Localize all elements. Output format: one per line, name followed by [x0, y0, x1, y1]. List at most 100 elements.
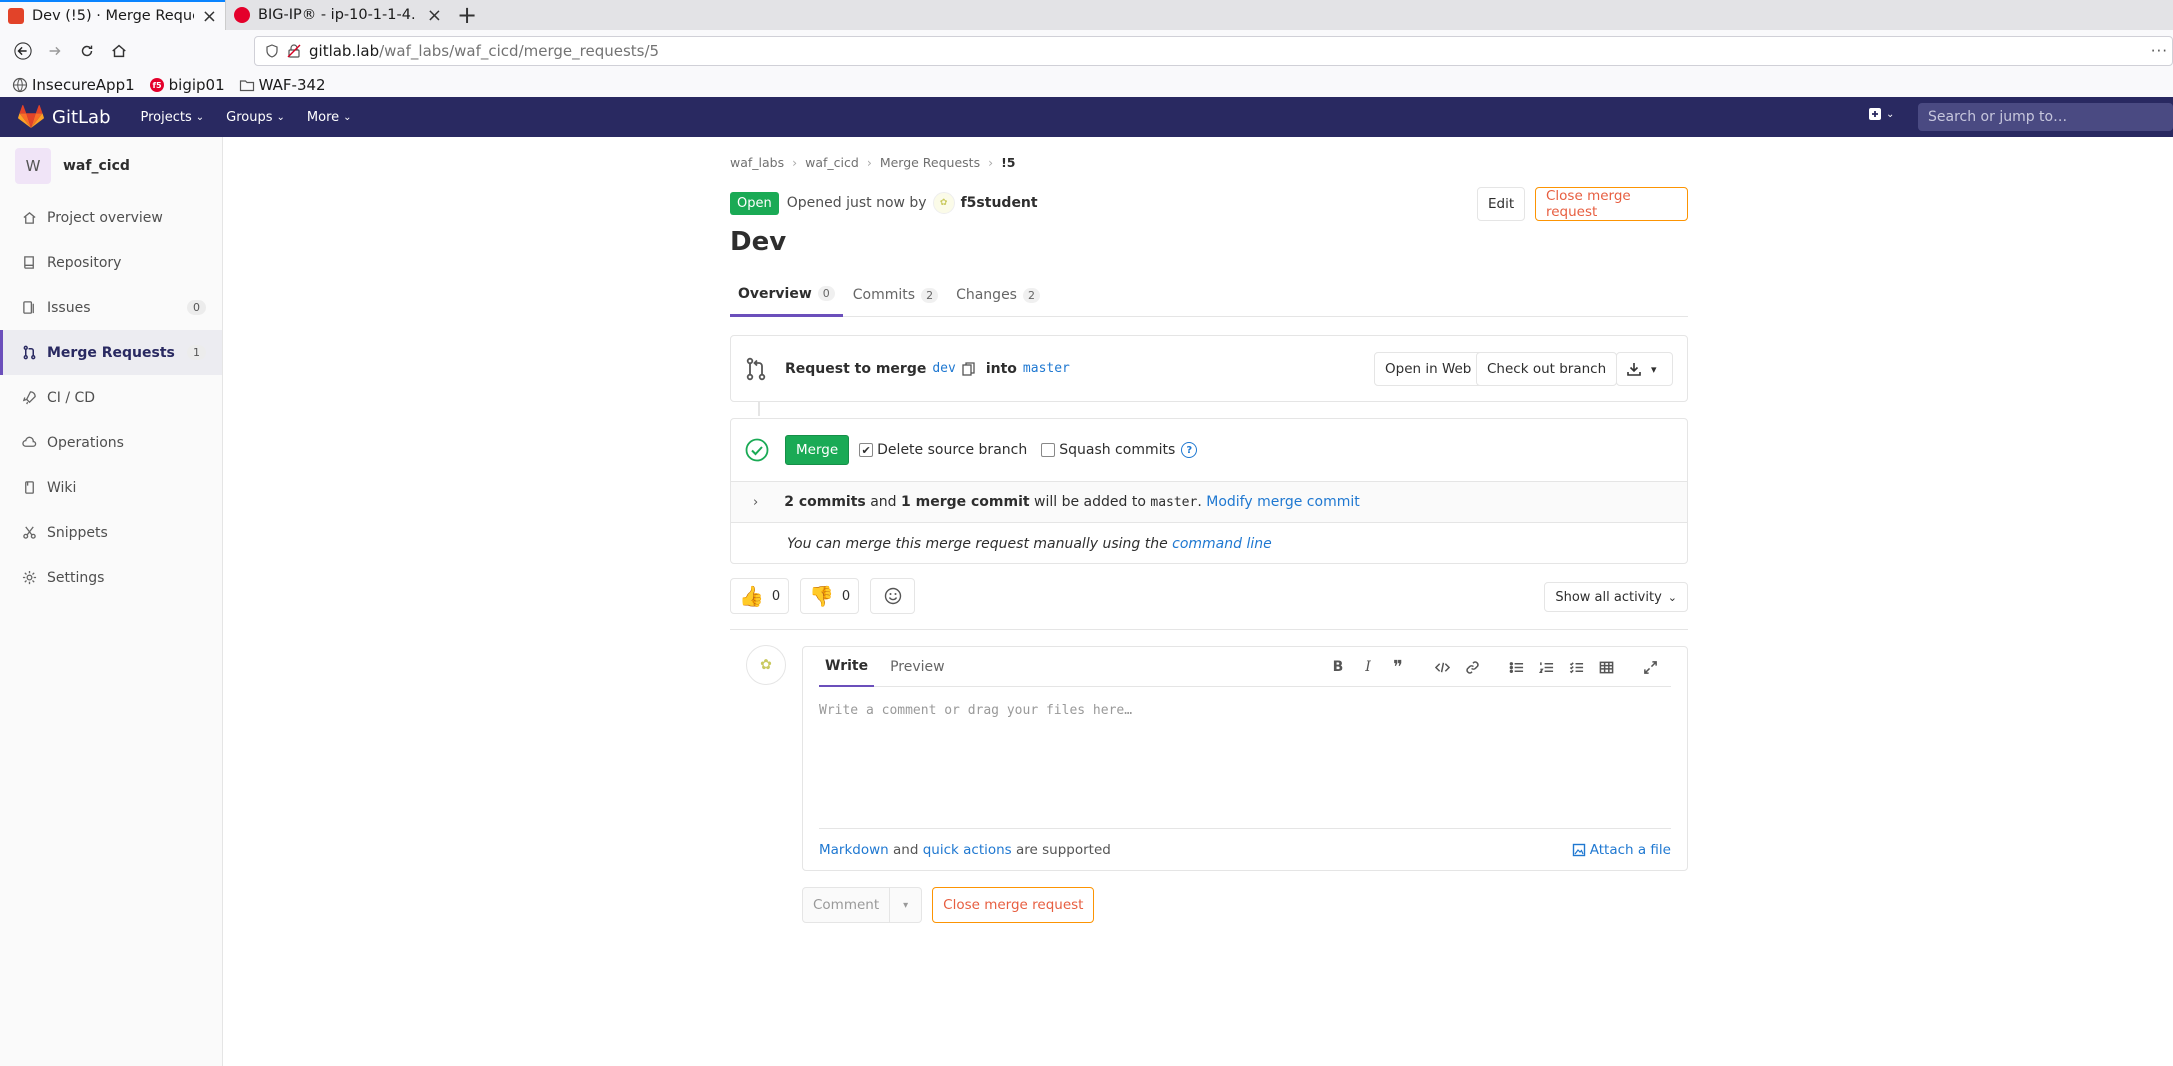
search-input[interactable]: Search or jump to… [1918, 103, 2173, 131]
sidebar-item-operations[interactable]: Operations [0, 420, 222, 465]
comment-button[interactable]: Comment [802, 887, 891, 923]
close-merge-request-button[interactable]: Close merge request [1535, 187, 1688, 221]
plus-square-icon [1869, 108, 1881, 120]
tab-write[interactable]: Write [819, 647, 875, 687]
link-svg [1465, 660, 1479, 674]
bold-icon[interactable]: B [1323, 652, 1353, 682]
new-tab-button[interactable]: + [450, 0, 484, 30]
tab-label: Overview [738, 285, 812, 302]
add-reaction-button[interactable] [870, 578, 915, 614]
book-icon [24, 256, 34, 269]
bookmark-folder-waf342[interactable]: WAF-342 [239, 76, 326, 94]
breadcrumb-current[interactable]: !5 [1001, 155, 1015, 170]
opened-info: Opened just now by ✿ f5student [787, 192, 1038, 214]
menu-label: More [306, 109, 340, 125]
author-name[interactable]: f5student [961, 195, 1038, 211]
menu-projects[interactable]: Projects ⌄ [141, 110, 205, 125]
tab-close-icon[interactable]: × [427, 5, 442, 26]
breadcrumb-waf-labs[interactable]: waf_labs [730, 155, 784, 170]
manual-merge-text: You can merge this merge request manuall… [787, 535, 1168, 552]
command-line-link[interactable]: command line [1172, 536, 1272, 552]
bookmark-insecureapp1[interactable]: InsecureApp1 [12, 76, 135, 94]
tab-commits[interactable]: Commits 2 [845, 273, 946, 317]
gitlab-logo[interactable]: GitLab [18, 105, 111, 129]
comment-editor: Write Preview B I ❞ Write a comment or d… [802, 646, 1688, 871]
sidebar-item-label: Repository [47, 254, 122, 271]
sidebar-item-settings[interactable]: Settings [0, 555, 222, 600]
browser-tab-bigip[interactable]: BIG-IP® - ip-10-1-1-4. × [225, 0, 450, 30]
sidebar-item-label: Issues [47, 299, 91, 316]
commits-summary-row[interactable]: › 2 commits and 1 merge commit will be a… [731, 482, 1687, 523]
sidebar-item-snippets[interactable]: Snippets [0, 510, 222, 555]
source-branch[interactable]: dev [932, 361, 955, 376]
tab-close-icon[interactable]: × [202, 6, 217, 27]
modify-merge-commit-link[interactable]: Modify merge commit [1206, 494, 1359, 510]
attach-file-button[interactable]: Attach a file [1572, 842, 1671, 858]
link-icon[interactable] [1457, 652, 1487, 682]
breadcrumb-merge-requests[interactable]: Merge Requests [880, 155, 980, 170]
tab-preview[interactable]: Preview [884, 647, 951, 687]
squash-commits-checkbox[interactable]: Squash commits [1041, 442, 1175, 458]
edit-button[interactable]: Edit [1477, 187, 1526, 221]
sidebar-item-wiki[interactable]: Wiki [0, 465, 222, 510]
close-merge-request-bottom-button[interactable]: Close merge request [932, 887, 1095, 923]
comment-type-dropdown[interactable]: ▾ [890, 887, 923, 923]
thumbs-down-button[interactable]: 👎 0 [800, 578, 860, 614]
sidebar-item-ci-cd[interactable]: CI / CD [0, 375, 222, 420]
home-button[interactable] [104, 36, 134, 66]
chevron-down-icon: ⌄ [343, 111, 352, 123]
quick-actions-link[interactable]: quick actions [923, 842, 1012, 858]
tab-overview[interactable]: Overview 0 [730, 273, 843, 317]
quote-icon[interactable]: ❞ [1383, 652, 1413, 682]
tab-count: 2 [1022, 287, 1040, 303]
markdown-link[interactable]: Markdown [819, 842, 889, 858]
merge-button[interactable]: Merge [785, 435, 850, 465]
italic-icon[interactable]: I [1353, 652, 1383, 682]
url-bar[interactable]: gitlab.lab/waf_labs/waf_cicd/merge_reque… [254, 36, 2173, 66]
comment-textarea[interactable]: Write a comment or drag your files here… [819, 703, 1132, 718]
sidebar-item-label: CI / CD [47, 389, 96, 406]
table-icon[interactable] [1591, 652, 1621, 682]
delete-source-branch-checkbox[interactable]: ✔ Delete source branch [859, 442, 1027, 458]
bullet-list-icon[interactable] [1501, 652, 1531, 682]
author-avatar[interactable]: ✿ [932, 192, 955, 214]
question-mark-icon[interactable]: ? [1181, 442, 1198, 458]
sidebar-item-issues[interactable]: Issues 0 [0, 285, 222, 330]
issues-count-badge: 0 [187, 300, 206, 315]
code-icon[interactable] [1427, 652, 1457, 682]
check-out-branch-button[interactable]: Check out branch [1476, 352, 1618, 386]
menu-groups[interactable]: Groups ⌄ [226, 110, 285, 125]
sidebar-project-header[interactable]: W waf_cicd [0, 137, 222, 195]
reload-button[interactable] [72, 36, 102, 66]
task-list-icon[interactable] [1561, 652, 1591, 682]
copy-icon[interactable] [962, 361, 976, 376]
download-dropdown[interactable]: ▾ [1616, 352, 1673, 386]
bookmark-bigip01[interactable]: f5 bigip01 [149, 76, 225, 94]
numbered-list-icon[interactable] [1531, 652, 1561, 682]
file-image-icon [1572, 843, 1585, 856]
menu-label: Groups [226, 109, 273, 125]
merge-widget: Merge ✔ Delete source branch Squash comm… [730, 418, 1688, 564]
sidebar-item-repository[interactable]: Repository [0, 240, 222, 285]
merge-request-icon [23, 345, 36, 360]
current-user-avatar[interactable]: ✿ [746, 645, 786, 685]
forward-button[interactable] [40, 36, 70, 66]
sidebar-item-merge-requests[interactable]: Merge Requests 1 [0, 330, 222, 375]
target-branch[interactable]: master [1023, 361, 1070, 376]
thumbs-up-button[interactable]: 👍 0 [730, 578, 790, 614]
tab-changes[interactable]: Changes 2 [948, 273, 1048, 317]
and-text: and [893, 841, 919, 858]
fullscreen-icon[interactable] [1635, 652, 1665, 682]
reaction-count: 0 [771, 588, 781, 604]
new-item-dropdown[interactable]: ⌄ [1868, 107, 1894, 121]
menu-more[interactable]: More ⌄ [307, 110, 352, 125]
page-actions-icon[interactable]: ··· [2151, 42, 2168, 60]
show-all-activity-dropdown[interactable]: Show all activity ⌄ [1544, 582, 1688, 612]
commits-count: 2 commits [784, 494, 866, 510]
activity-label: Show all activity [1555, 589, 1662, 605]
sidebar-item-project-overview[interactable]: Project overview [0, 195, 222, 240]
browser-tab-gitlab[interactable]: Dev (!5) · Merge Reque × [0, 0, 225, 30]
back-button[interactable] [8, 36, 38, 66]
chevron-right-icon[interactable]: › [753, 495, 758, 510]
breadcrumb-waf-cicd[interactable]: waf_cicd [805, 155, 859, 170]
